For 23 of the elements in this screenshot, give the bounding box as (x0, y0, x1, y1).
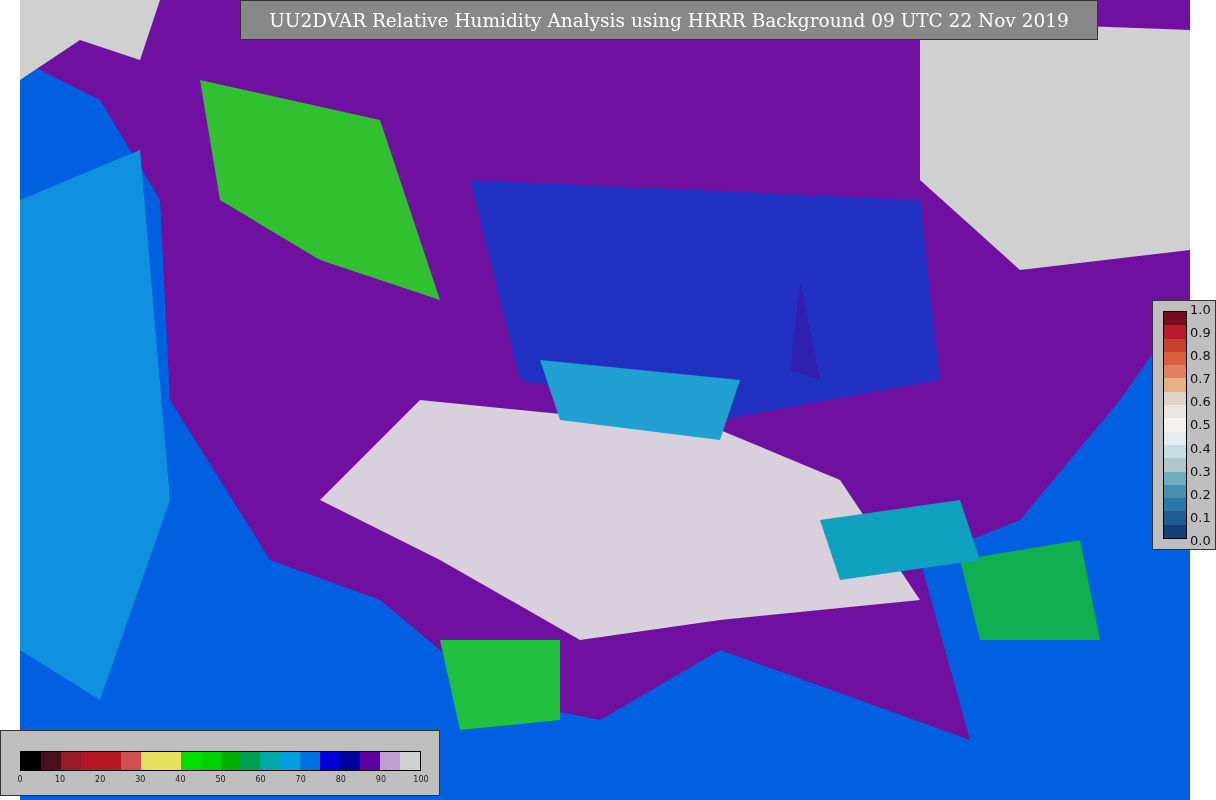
tick-label: 0.6 (1190, 395, 1211, 409)
tick-label: 20 (95, 775, 106, 784)
tick-label: 100 (413, 775, 429, 784)
tick-label: 10 (55, 775, 66, 784)
tick-label: 0.9 (1190, 326, 1211, 340)
tick-label: 0 (17, 775, 23, 784)
tick-label: 60 (255, 775, 266, 784)
tick-label: 30 (135, 775, 146, 784)
tick-label: 0.1 (1190, 510, 1211, 524)
chart-title: UU2DVAR Relative Humidity Analysis using HRRR Background 09 UTC 22 Nov 2019 (240, 0, 1098, 40)
tick-label: 1.0 (1190, 303, 1211, 316)
tick-label: 0.7 (1190, 372, 1211, 386)
tick-label: 90 (375, 775, 386, 784)
tick-label: 0.0 (1190, 533, 1211, 547)
tick-label: 40 (175, 775, 186, 784)
tick-label: 70 (295, 775, 306, 784)
tick-label: 50 (215, 775, 226, 784)
tick-label: 0.3 (1190, 464, 1211, 478)
tick-label: 0.8 (1190, 349, 1211, 363)
tick-label: 0.2 (1190, 487, 1211, 501)
tick-label: 80 (335, 775, 346, 784)
tick-label: 0.5 (1190, 418, 1211, 432)
tick-label: 0.4 (1190, 441, 1211, 455)
